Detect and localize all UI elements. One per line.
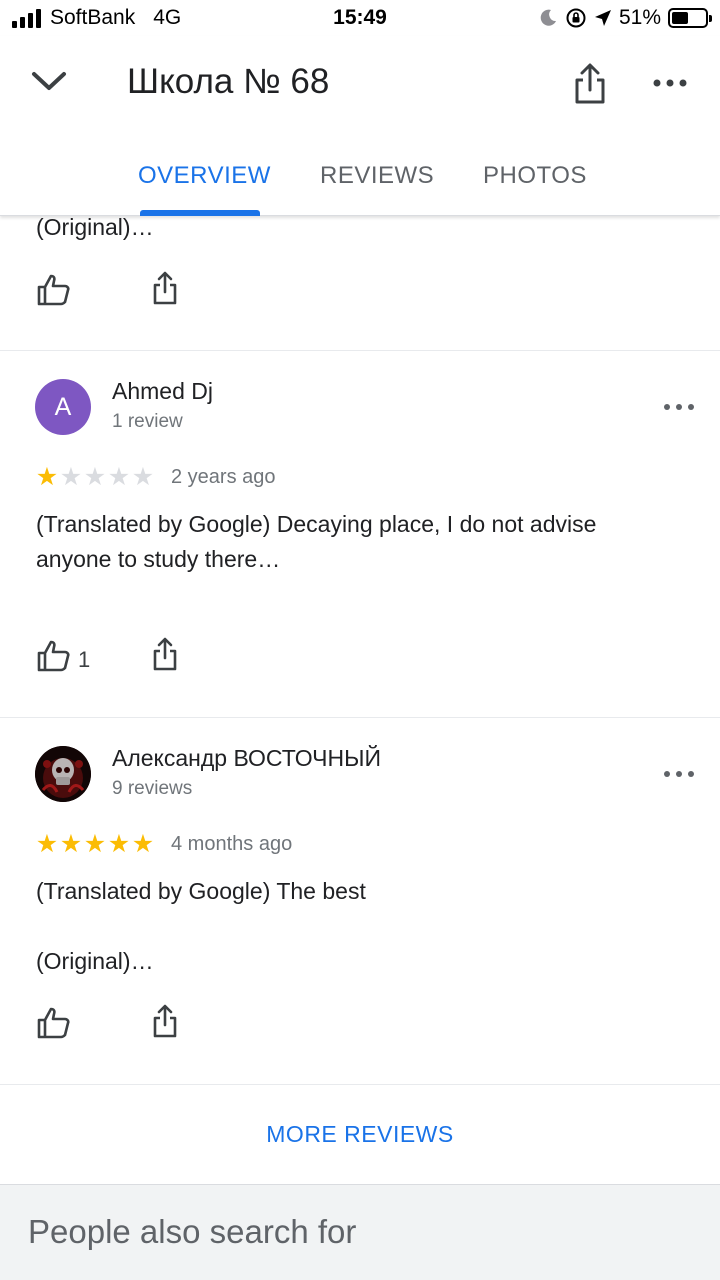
share-icon[interactable] (570, 62, 610, 106)
divider (0, 1084, 720, 1085)
rotation-lock-icon (566, 8, 586, 28)
reviews-feed[interactable]: (Original)… A Ahmed Dj 1 review ★ ★ ★ ★ ★ 2 … (0, 216, 720, 1280)
star-empty-icon: ★ (83, 463, 107, 491)
star-filled-icon: ★ (131, 830, 155, 858)
thumbs-up-icon[interactable] (36, 272, 72, 308)
battery-icon (668, 8, 712, 28)
review-text-line[interactable]: (Translated by Google) Decaying place, I… (36, 507, 596, 542)
active-tab-indicator (140, 210, 260, 216)
tab-reviews[interactable]: REVIEWS (320, 162, 434, 190)
avatar[interactable]: A (35, 379, 91, 435)
review-text[interactable]: (Translated by Google) The best (36, 874, 366, 909)
moon-icon (540, 9, 556, 26)
star-empty-icon: ★ (107, 463, 131, 491)
like-count: 1 (78, 647, 91, 672)
star-filled-icon: ★ (35, 830, 59, 858)
battery-percent: 51% (618, 6, 661, 29)
status-bar: SoftBank 4G 15:49 51% (0, 0, 720, 36)
divider (0, 717, 720, 718)
review-date: 4 months ago (171, 833, 293, 855)
reviewer-name[interactable]: Александр ВОСТОЧНЫЙ (112, 745, 381, 772)
avatar[interactable] (35, 746, 91, 802)
more-options-icon[interactable] (652, 74, 688, 92)
share-review-icon[interactable] (147, 636, 183, 672)
tab-bar: OVERVIEW REVIEWS PHOTOS (0, 152, 720, 216)
location-arrow-icon (594, 10, 611, 26)
share-review-icon[interactable] (147, 270, 183, 306)
skull-avatar-image (35, 746, 91, 802)
section-title: People also search for (28, 1213, 357, 1250)
place-header: Школа № 68 OVERVIEW REVIEWS PHOTOS (0, 36, 720, 216)
more-options-icon[interactable] (662, 400, 696, 414)
tab-overview[interactable]: OVERVIEW (138, 162, 271, 190)
more-options-icon[interactable] (662, 767, 696, 781)
divider (0, 350, 720, 351)
review-original-text[interactable]: (Original)… (36, 216, 154, 245)
people-also-search-section: People also search for (0, 1184, 720, 1280)
star-filled-icon: ★ (35, 463, 59, 491)
star-filled-icon: ★ (59, 830, 83, 858)
star-filled-icon: ★ (107, 830, 131, 858)
more-reviews-button[interactable]: MORE REVIEWS (0, 1121, 720, 1148)
review-date: 2 years ago (171, 466, 276, 488)
star-empty-icon: ★ (59, 463, 83, 491)
review-original-text[interactable]: (Original)… (36, 944, 154, 979)
share-review-icon[interactable] (147, 1003, 183, 1039)
thumbs-up-icon[interactable] (36, 1005, 72, 1041)
star-filled-icon: ★ (83, 830, 107, 858)
thumbs-up-icon[interactable] (36, 638, 72, 674)
star-empty-icon: ★ (131, 463, 155, 491)
reviewer-name[interactable]: Ahmed Dj (112, 378, 213, 405)
page-title: Школа № 68 (127, 62, 330, 101)
reviewer-review-count: 1 review (112, 411, 183, 432)
tab-photos[interactable]: PHOTOS (483, 162, 587, 190)
star-rating: ★ ★ ★ ★ ★ (35, 832, 155, 857)
chevron-down-icon[interactable] (28, 60, 70, 102)
review-text-line[interactable]: anyone to study there… (36, 542, 280, 577)
reviewer-review-count: 9 reviews (112, 778, 193, 799)
star-rating: ★ ★ ★ ★ ★ (35, 465, 155, 490)
